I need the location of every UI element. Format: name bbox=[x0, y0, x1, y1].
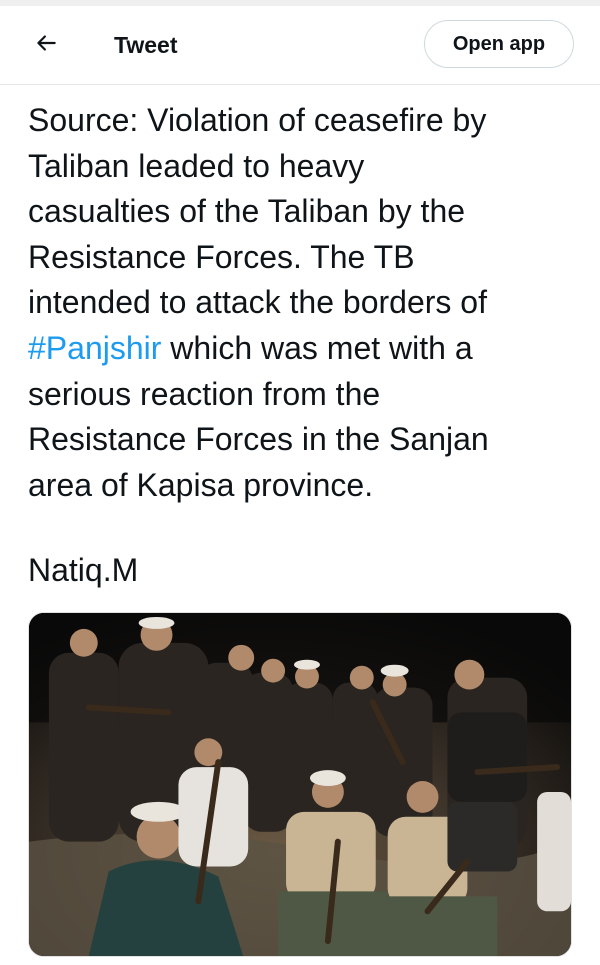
hashtag-link[interactable]: #Panjshir bbox=[28, 330, 161, 366]
open-app-button[interactable]: Open app bbox=[424, 20, 574, 68]
tweet-text-line: intended to attack the borders of bbox=[28, 284, 487, 321]
tweet-text-line: area of Kapisa province. bbox=[28, 466, 374, 503]
tweet-text-line: casualties of the Taliban by the bbox=[28, 193, 466, 230]
tweet-text-line: Resistance Forces. The TB bbox=[28, 238, 415, 275]
tweet-header: Tweet Open app bbox=[0, 6, 600, 85]
back-button[interactable] bbox=[22, 26, 70, 64]
tweet-text-line: Taliban leaded to heavy bbox=[28, 147, 365, 184]
tweet-text-line-with-hashtag: #Panjshir which was met with a bbox=[28, 326, 588, 372]
tweet-text: Source: Violation of ceasefire by Taliba… bbox=[28, 98, 588, 508]
tweet-text-line: Resistance Forces in the Sanjan bbox=[28, 421, 489, 458]
photo-illustration bbox=[29, 613, 571, 956]
tweet-text-line: serious reaction from the bbox=[28, 375, 381, 412]
tweet-text-fragment: which was met with a bbox=[161, 329, 473, 366]
tweet-signature: Natiq.M bbox=[28, 552, 139, 588]
tweet-photo[interactable] bbox=[28, 612, 572, 957]
tweet-text-line: Source: Violation of ceasefire by bbox=[28, 102, 487, 138]
arrow-left-icon bbox=[33, 30, 59, 61]
page-title: Tweet bbox=[114, 32, 178, 58]
